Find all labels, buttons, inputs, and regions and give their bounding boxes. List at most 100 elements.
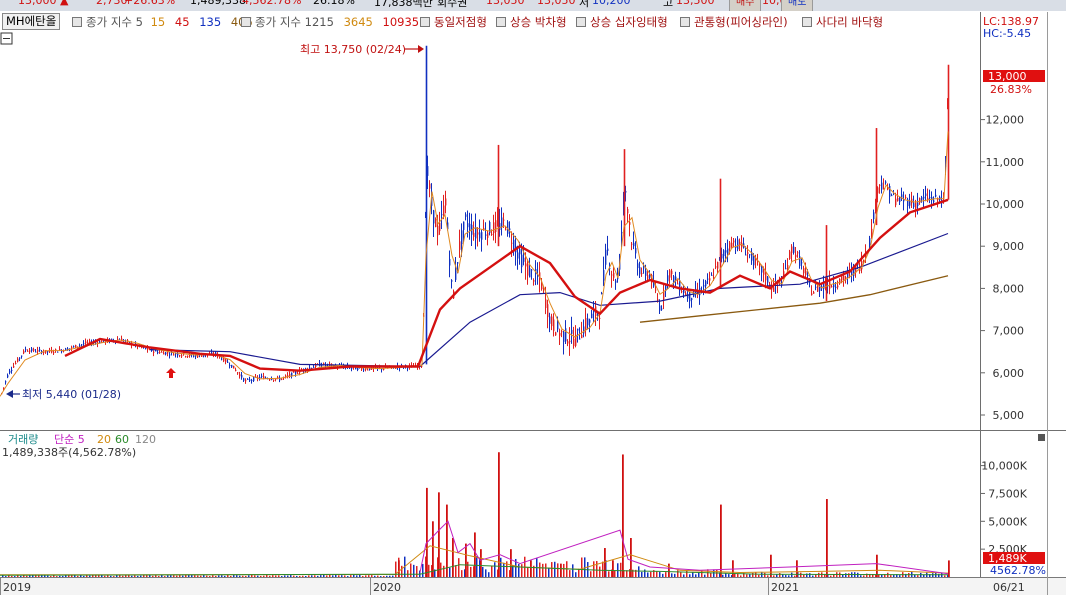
volume-bar	[539, 562, 541, 577]
price-tick-label: 6,000	[993, 367, 1025, 380]
volume-bar	[461, 570, 463, 577]
volume-panel-minimize-icon[interactable]	[1038, 434, 1045, 441]
volume-bar	[788, 575, 790, 577]
price-tick-label: 11,000	[986, 156, 1025, 169]
volume-bar	[590, 571, 592, 577]
volume-bar	[503, 562, 505, 577]
volume-bar	[77, 575, 79, 577]
chart-svg[interactable]: 5,000 6,000 7,000 8,000 9,000 10,000 11,000 12,…	[0, 0, 1066, 595]
volume-bar	[647, 572, 649, 577]
candle	[233, 365, 235, 369]
volume-bar	[863, 575, 865, 577]
volume-bar	[332, 575, 334, 577]
volume-bar	[665, 572, 667, 577]
volume-bar	[122, 575, 124, 577]
x-tick-label: 06/21	[993, 581, 1025, 594]
volume-bar	[890, 575, 892, 577]
volume-bar	[482, 566, 484, 577]
volume-bar	[170, 575, 172, 577]
ma2-legend-label: 종가 지수 1215	[255, 15, 334, 29]
volume-spike	[948, 560, 950, 577]
volume-spike	[474, 532, 476, 577]
ma2-legend[interactable]: 종가 지수 1215 3645 10935	[241, 14, 419, 30]
volume-bar	[104, 575, 106, 577]
volume-bar	[290, 575, 292, 577]
volume-bar	[569, 570, 571, 577]
volume-bar	[257, 575, 259, 577]
price-tick-label: 12,000	[986, 114, 1025, 127]
volume-bar	[674, 573, 676, 577]
current-price-change: 26.83%	[990, 83, 1032, 96]
volume-bar	[308, 575, 310, 577]
volume-bar	[299, 575, 301, 577]
volume-bar	[413, 564, 415, 577]
volume-bar	[650, 571, 652, 577]
volume-tick-label: 10,000K	[981, 460, 1027, 473]
volume-bar	[302, 575, 304, 577]
symbol-box[interactable]: MH에탄올	[2, 13, 61, 30]
volume-bar	[59, 575, 61, 577]
volume-bar	[320, 575, 322, 577]
volume-bar	[782, 574, 784, 577]
volume-bar	[284, 575, 286, 577]
volume-bar	[608, 571, 610, 577]
volume-bar	[158, 575, 160, 577]
pattern-icon	[420, 17, 430, 27]
volume-bar	[392, 575, 394, 577]
quote-field: 13,050	[537, 0, 576, 7]
volume-bar	[422, 563, 424, 577]
volume-bar	[518, 564, 520, 577]
volume-bar	[455, 565, 457, 577]
volume-bar	[812, 575, 814, 577]
ma-legend-label: 종가 지수 5	[86, 15, 143, 29]
price-tick-label: 8,000	[993, 282, 1025, 295]
current-price-label: 13,000	[988, 70, 1027, 83]
volume-bar	[671, 573, 673, 577]
volume-bar	[818, 572, 820, 577]
volume-bar	[134, 575, 136, 577]
pattern-4[interactable]: 관통형(피어싱라인)	[680, 14, 788, 30]
volume-bar	[110, 575, 112, 577]
pattern-2[interactable]: 상승 박차형	[496, 14, 567, 30]
sell-button[interactable]: 매도	[781, 0, 814, 11]
volume-bar	[563, 563, 565, 577]
pattern-5[interactable]: 사다리 바닥형	[802, 14, 883, 30]
pattern-1[interactable]: 동일저점형	[420, 14, 487, 30]
volume-bar	[620, 562, 622, 577]
volume-bar	[275, 575, 277, 577]
volume-bar	[596, 561, 598, 577]
volume-bar	[215, 575, 217, 577]
volume-bar	[89, 575, 91, 577]
buy-button[interactable]: 매수	[729, 0, 762, 11]
volume-bar	[614, 570, 616, 577]
volume-bar	[341, 575, 343, 577]
quote-field: 회수권	[437, 0, 468, 9]
volume-bar	[794, 575, 796, 577]
volume-bar	[815, 574, 817, 577]
volume-bar	[179, 575, 181, 577]
plot-background	[0, 12, 980, 578]
volume-bar	[764, 572, 766, 577]
volume-bar	[470, 566, 472, 577]
volume-bar	[728, 574, 730, 577]
x-tick-label: 2021	[771, 581, 799, 594]
volume-bar	[209, 576, 211, 577]
volume-bar	[710, 572, 712, 577]
volume-spike	[770, 554, 772, 577]
volume-bar	[266, 574, 268, 577]
volume-bar	[269, 575, 271, 577]
volume-bar	[383, 575, 385, 577]
volume-bar	[683, 574, 685, 577]
volume-bar	[173, 575, 175, 577]
pattern-3[interactable]: 상승 십자잉태형	[576, 14, 668, 30]
volume-bar	[830, 575, 832, 577]
volume-current: 1,489,338주(4,562.78%)	[2, 446, 136, 459]
volume-bar	[56, 576, 58, 577]
volume-spike	[668, 563, 670, 577]
volume-bar	[386, 575, 388, 577]
volume-bar	[5, 576, 7, 577]
volume-spike	[876, 554, 878, 577]
ma-legend[interactable]: 종가 지수 5 15 45 135 405	[72, 14, 253, 30]
volume-bar	[263, 575, 265, 577]
legend-header: MH에탄올 종가 지수 5 15 45 135 405 종가 지수 1215 3…	[0, 11, 980, 33]
